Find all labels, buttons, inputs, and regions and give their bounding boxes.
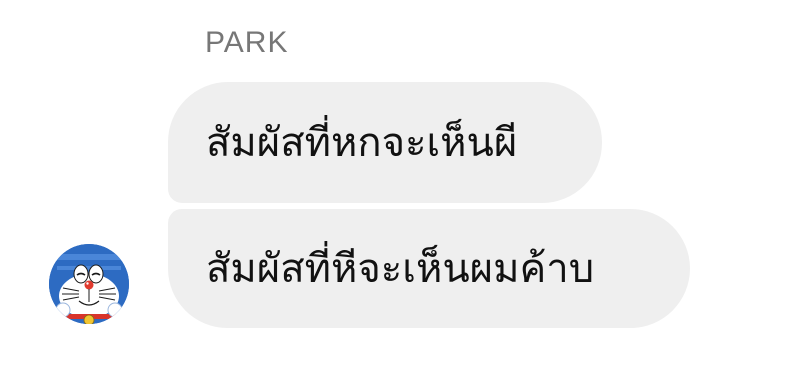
- message-text: สัมผัสที่หกจะเห็นผี: [206, 119, 518, 166]
- message-text: สัมผัสที่หีจะเห็นผมค้าบ: [206, 245, 595, 292]
- sender-name: PARK: [205, 26, 289, 59]
- message-bubble[interactable]: สัมผัสที่หกจะเห็นผี: [168, 82, 602, 203]
- doraemon-avatar-icon: [49, 244, 129, 324]
- avatar[interactable]: [49, 244, 129, 324]
- chat-thread: PARK สัมผัสที่หกจะเห็นผี สัมผัสที่หีจะเห…: [0, 0, 796, 370]
- message-bubble[interactable]: สัมผัสที่หีจะเห็นผมค้าบ: [168, 209, 690, 328]
